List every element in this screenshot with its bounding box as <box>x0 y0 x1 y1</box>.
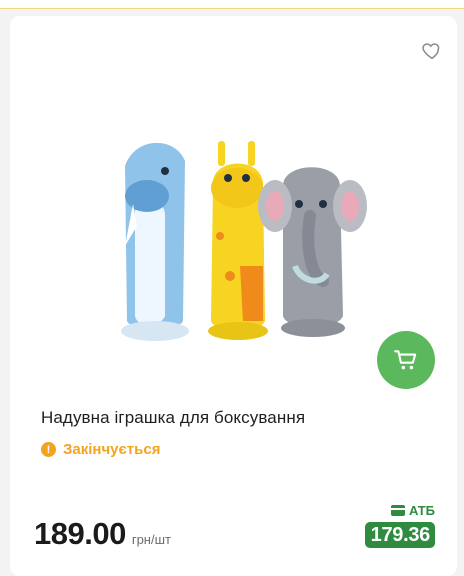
favorite-button[interactable] <box>421 40 443 62</box>
exclamation-icon: ! <box>41 442 56 457</box>
store-label: АТБ <box>390 503 435 518</box>
store-name: АТБ <box>408 503 435 518</box>
card-icon <box>390 505 405 516</box>
price-unit: грн/шт <box>131 532 171 547</box>
price-value: 189.00 <box>34 516 126 551</box>
heart-icon <box>422 43 440 60</box>
elephant-toy-figure <box>258 167 367 337</box>
add-to-cart-button[interactable] <box>377 331 435 389</box>
giraffe-toy-figure <box>208 141 268 340</box>
stock-status-text: Закінчується <box>63 441 161 458</box>
product-image[interactable] <box>105 116 375 376</box>
top-strip <box>0 0 464 9</box>
product-title[interactable]: Надувна іграшка для боксування <box>41 408 437 428</box>
seal-toy-figure <box>121 142 189 341</box>
store-price-badge: 179.36 <box>364 522 435 548</box>
cart-icon <box>394 350 417 370</box>
price-block: 189.00 грн/шт <box>34 516 171 552</box>
product-card[interactable]: Надувна іграшка для боксування ! Закінчу… <box>10 16 457 576</box>
stock-status: ! Закінчується <box>41 441 160 458</box>
